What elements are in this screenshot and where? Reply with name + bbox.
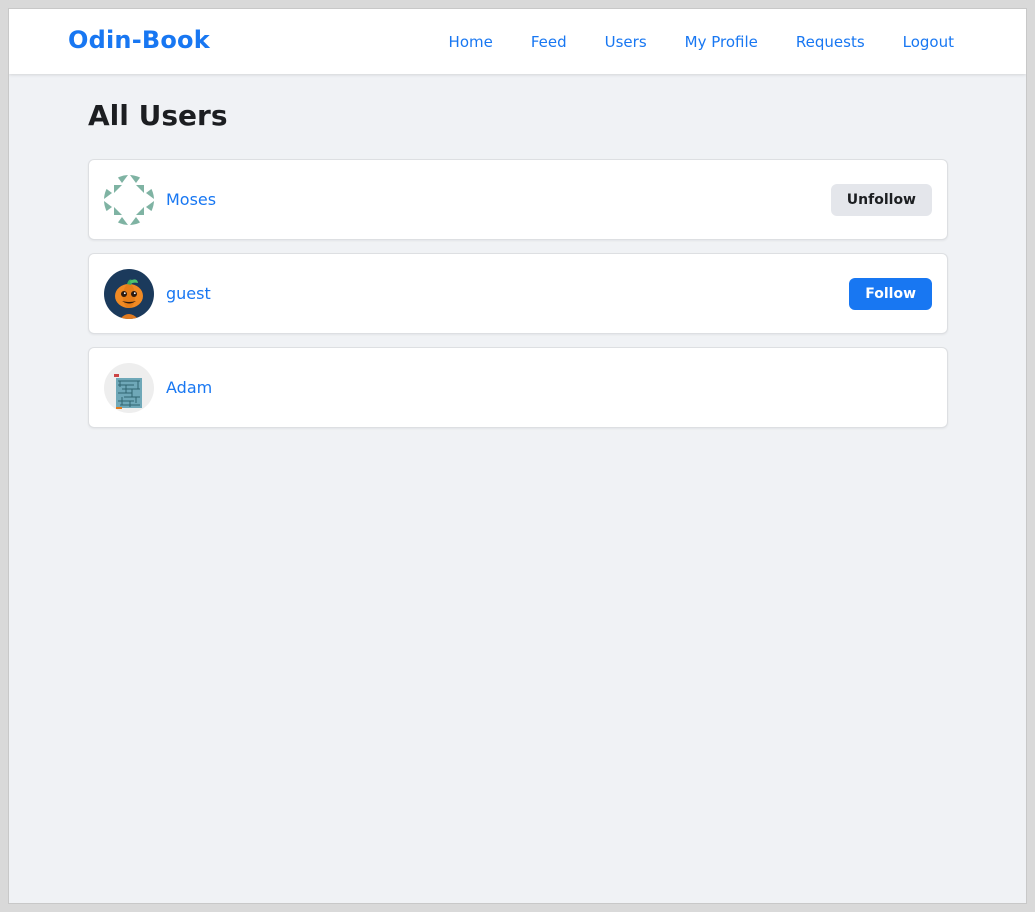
- browser-viewport: Odin-Book Home Feed Users My Profile Req…: [8, 8, 1027, 904]
- nav-logout-link[interactable]: Logout: [903, 33, 954, 51]
- nav-my-profile-link[interactable]: My Profile: [685, 33, 758, 51]
- user-card-adam: Adam: [88, 347, 948, 428]
- navbar: Odin-Book Home Feed Users My Profile Req…: [9, 9, 1026, 74]
- follow-button[interactable]: Follow: [849, 277, 932, 310]
- unfollow-button[interactable]: Unfollow: [830, 183, 932, 216]
- user-list: Moses Unfollow guest Follow Adam: [88, 159, 948, 428]
- user-name-link[interactable]: Adam: [166, 378, 212, 397]
- user-name-link[interactable]: guest: [166, 284, 211, 303]
- user-card-moses: Moses Unfollow: [88, 159, 948, 240]
- user-name-link[interactable]: Moses: [166, 190, 216, 209]
- identicon-avatar-icon[interactable]: [104, 174, 154, 225]
- nav-home-link[interactable]: Home: [449, 33, 493, 51]
- maze-avatar-icon[interactable]: [104, 362, 154, 413]
- brand-logo-link[interactable]: Odin-Book: [68, 26, 210, 54]
- main-content: All Users Moses Unfollow guest Follow Ad…: [88, 99, 948, 428]
- nav-links: Home Feed Users My Profile Requests Logo…: [449, 9, 954, 74]
- user-card-guest: guest Follow: [88, 253, 948, 334]
- pumpkin-avatar-icon[interactable]: [104, 268, 154, 319]
- nav-users-link[interactable]: Users: [605, 33, 647, 51]
- nav-feed-link[interactable]: Feed: [531, 33, 567, 51]
- nav-requests-link[interactable]: Requests: [796, 33, 865, 51]
- page-title: All Users: [88, 99, 228, 132]
